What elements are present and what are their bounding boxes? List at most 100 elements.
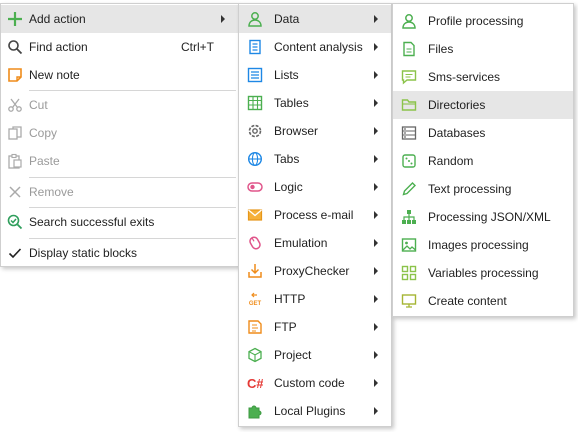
submenu-data: Profile processing Files Sms-services Di…	[392, 3, 574, 317]
chevron-right-icon	[374, 71, 378, 79]
menu-item-label: Directories	[428, 98, 486, 112]
menu-item-label: Display static blocks	[29, 246, 138, 260]
chevron-right-icon	[374, 323, 378, 331]
user-icon	[247, 11, 263, 27]
menu-item-processing-json-xml[interactable]: Processing JSON/XML	[393, 203, 573, 231]
search-check-icon	[7, 214, 23, 230]
menu-item-local-plugins[interactable]: Local Plugins	[239, 397, 391, 425]
chevron-right-icon	[374, 211, 378, 219]
menu-item-display-static-blocks[interactable]: Display static blocks	[1, 239, 238, 267]
menu-item-label: New note	[29, 68, 80, 82]
sms-icon	[401, 69, 417, 85]
menu-item-random[interactable]: Random	[393, 147, 573, 175]
profile-icon	[401, 13, 417, 29]
puzzle-icon	[247, 403, 263, 419]
svg-text:GET: GET	[249, 301, 262, 307]
chevron-right-icon	[374, 267, 378, 275]
database-icon	[401, 125, 417, 141]
menu-item-label: Copy	[29, 126, 58, 140]
menu-item-label: FTP	[274, 320, 297, 334]
menu-item-sms-services[interactable]: Sms-services	[393, 63, 573, 91]
mouse-icon	[247, 235, 263, 251]
note-icon	[7, 67, 23, 83]
menu-item-remove[interactable]: Remove	[1, 178, 238, 206]
menu-item-lists[interactable]: Lists	[239, 61, 391, 89]
menu-item-copy[interactable]: Copy	[1, 119, 238, 147]
plus-icon	[7, 11, 23, 27]
menu-item-ftp[interactable]: FTP	[239, 313, 391, 341]
menu-item-content-analysis[interactable]: Content analysis	[239, 33, 391, 61]
menu-item-custom-code[interactable]: C# Custom code	[239, 369, 391, 397]
menu-item-text-processing[interactable]: Text processing	[393, 175, 573, 203]
menu-item-tables[interactable]: Tables	[239, 89, 391, 117]
chevron-right-icon	[374, 295, 378, 303]
menu-item-label: Variables processing	[428, 266, 539, 280]
proxy-download-icon	[247, 263, 263, 279]
menu-item-label: Processing JSON/XML	[428, 210, 551, 224]
menu-item-label: Process e-mail	[274, 208, 354, 222]
folder-icon	[401, 97, 417, 113]
http-get-icon: GET	[247, 291, 263, 307]
menu-item-label: Create content	[428, 294, 507, 308]
scissors-icon	[7, 97, 23, 113]
menu-item-create-content[interactable]: Create content	[393, 287, 573, 315]
menu-item-label: Add action	[29, 12, 86, 26]
menu-item-files[interactable]: Files	[393, 35, 573, 63]
chevron-right-icon	[374, 127, 378, 135]
menu-item-label: ProxyChecker	[274, 264, 350, 278]
menu-item-label: Tabs	[274, 152, 300, 166]
menu-item-databases[interactable]: Databases	[393, 119, 573, 147]
menu-item-label: Project	[274, 348, 312, 362]
menu-item-process-email[interactable]: Process e-mail	[239, 201, 391, 229]
chevron-right-icon	[374, 99, 378, 107]
menu-item-cut[interactable]: Cut	[1, 91, 238, 119]
menu-item-label: Random	[428, 154, 474, 168]
menu-item-tabs[interactable]: Tabs	[239, 145, 391, 173]
menu-item-data[interactable]: Data	[239, 5, 391, 33]
chevron-right-icon	[374, 15, 378, 23]
menu-item-add-action[interactable]: Add action	[1, 5, 238, 33]
menu-item-label: Find action	[29, 40, 88, 54]
menu-item-proxychecker[interactable]: ProxyChecker	[239, 257, 391, 285]
chevron-right-icon	[374, 379, 378, 387]
file-icon	[401, 41, 417, 57]
menu-item-label: Tables	[274, 96, 309, 110]
globe-icon	[247, 151, 263, 167]
menu-item-http[interactable]: GET HTTP	[239, 285, 391, 313]
toggle-icon	[247, 179, 263, 195]
menu-item-label: Browser	[274, 124, 319, 138]
context-menu: Add action Find action Ctrl+T New note C…	[0, 3, 239, 267]
table-icon	[247, 95, 263, 111]
paste-icon	[7, 153, 23, 169]
menu-item-variables-processing[interactable]: Variables processing	[393, 259, 573, 287]
menu-item-label: Data	[274, 12, 300, 26]
menu-item-find-action[interactable]: Find action Ctrl+T	[1, 33, 238, 61]
menu-item-search-successful-exits[interactable]: Search successful exits	[1, 208, 238, 236]
menu-item-label: Content analysis	[274, 40, 363, 54]
menu-item-profile-processing[interactable]: Profile processing	[393, 7, 573, 35]
search-icon	[7, 39, 23, 55]
menu-item-label: Files	[428, 42, 454, 56]
menu-item-images-processing[interactable]: Images processing	[393, 231, 573, 259]
menu-item-directories[interactable]: Directories	[393, 91, 573, 119]
menu-item-label: Custom code	[274, 376, 345, 390]
dice-icon	[401, 153, 417, 169]
menu-item-browser[interactable]: Browser	[239, 117, 391, 145]
menu-item-label: Search successful exits	[29, 215, 155, 229]
tree-icon	[401, 209, 417, 225]
ftp-icon	[247, 319, 263, 335]
image-icon	[401, 237, 417, 253]
menu-item-label: Emulation	[274, 236, 328, 250]
document-list-icon	[247, 39, 263, 55]
menu-item-label: HTTP	[274, 292, 306, 306]
menu-item-logic[interactable]: Logic	[239, 173, 391, 201]
menu-item-label: Lists	[274, 68, 299, 82]
menu-item-label: Text processing	[428, 182, 512, 196]
menu-item-emulation[interactable]: Emulation	[239, 229, 391, 257]
copy-icon	[7, 125, 23, 141]
menu-item-paste[interactable]: Paste	[1, 147, 238, 175]
variables-icon	[401, 265, 417, 281]
menu-item-project[interactable]: Project	[239, 341, 391, 369]
menu-item-label: Sms-services	[428, 70, 501, 84]
menu-item-new-note[interactable]: New note	[1, 61, 238, 89]
